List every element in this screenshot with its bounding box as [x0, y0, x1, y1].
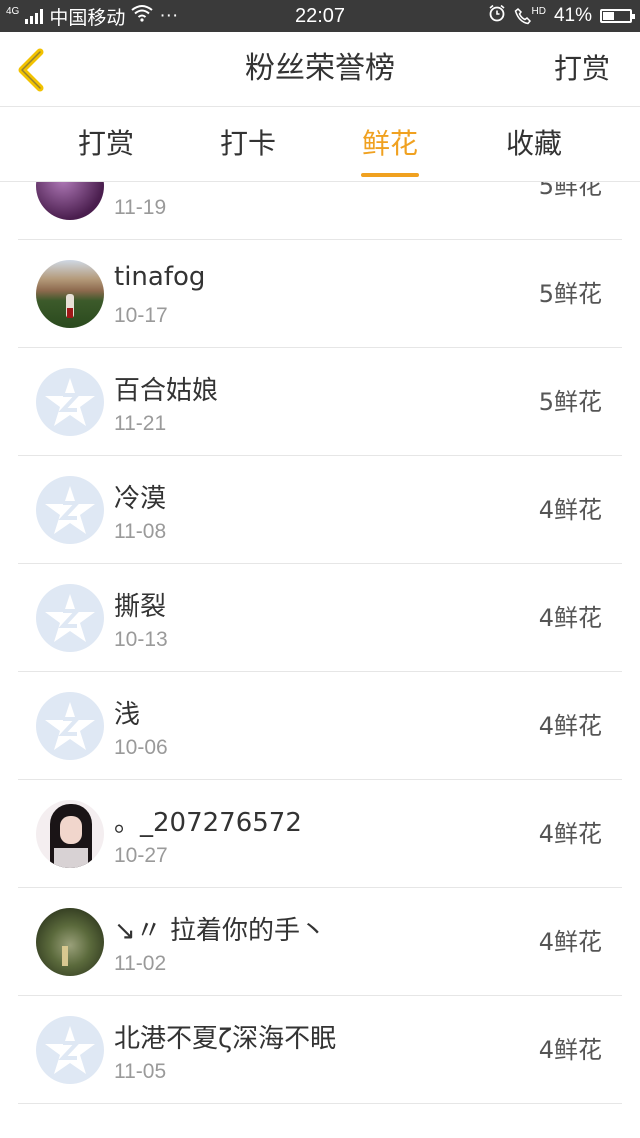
back-button[interactable] [14, 48, 54, 92]
fan-date: 11-02 [114, 952, 167, 975]
list-item[interactable]: 11-19 5鲜花 [18, 182, 622, 240]
fan-name: tinafog [114, 262, 206, 292]
fan-date: 11-19 [114, 196, 167, 219]
list-item[interactable]: 冷漠 11-08 4鲜花 [18, 456, 622, 564]
battery-icon [600, 9, 635, 23]
avatar [36, 800, 104, 868]
hd-call-icon: HD [514, 7, 546, 25]
title-bar: 粉丝荣誉榜 打赏 [0, 32, 640, 107]
default-avatar-icon [36, 584, 104, 652]
default-avatar-icon [36, 1016, 104, 1084]
fan-date: 11-05 [114, 1060, 167, 1083]
status-bar: 4G 中国移动 ··· 22:07 HD 41% [0, 0, 640, 32]
flower-count: 4鲜花 [538, 712, 602, 740]
tab-favorites[interactable]: 收藏 [484, 107, 584, 181]
flower-count: 4鲜花 [538, 820, 602, 848]
list-item[interactable]: ↘〃 拉着你的手丶 11-02 4鲜花 [18, 888, 622, 996]
fan-date: 11-21 [114, 412, 167, 435]
avatar [36, 182, 104, 220]
flower-count: 5鲜花 [538, 280, 602, 308]
fan-name: 撕裂 [114, 592, 167, 622]
avatar [36, 908, 104, 976]
flower-count: 4鲜花 [538, 496, 602, 524]
fan-name: ↘〃 拉着你的手丶 [114, 916, 327, 946]
fan-date: 10-27 [114, 844, 168, 867]
chevron-left-icon [18, 48, 44, 92]
default-avatar-icon [36, 476, 104, 544]
fan-date: 10-17 [114, 304, 168, 327]
tab-flowers[interactable]: 鲜花 [340, 107, 440, 181]
reward-button[interactable]: 打赏 [554, 32, 610, 106]
fan-name: 浅 [114, 700, 141, 730]
list-item[interactable]: tinafog 10-17 5鲜花 [18, 240, 622, 348]
fan-name: 北港不夏ζ深海不眠 [114, 1024, 337, 1054]
tab-flowers-label: 鲜花 [361, 127, 418, 160]
list-item[interactable]: 撕裂 10-13 4鲜花 [18, 564, 622, 672]
page-title: 粉丝荣誉榜 [245, 51, 395, 86]
avatar [36, 260, 104, 328]
flower-count: 4鲜花 [538, 928, 602, 956]
fan-name: 百合姑娘 [114, 376, 219, 406]
list-item[interactable]: 。_207276572 10-27 4鲜花 [18, 780, 622, 888]
fans-list: 11-19 5鲜花 tinafog 10-17 5鲜花 百合姑娘 11-21 5… [0, 182, 640, 1138]
fan-date: 10-06 [114, 736, 168, 759]
tab-reward[interactable]: 打赏 [56, 107, 156, 181]
flower-count: 5鲜花 [538, 182, 602, 200]
hd-label: HD [531, 6, 546, 17]
fan-date: 10-13 [114, 628, 168, 651]
battery-percent: 41% [553, 5, 592, 26]
flower-count: 5鲜花 [538, 388, 602, 416]
alarm-icon [488, 4, 506, 28]
fan-name: 。_207276572 [114, 808, 302, 838]
default-avatar-icon [36, 692, 104, 760]
list-item[interactable]: 浅 10-06 4鲜花 [18, 672, 622, 780]
flower-count: 4鲜花 [538, 604, 602, 632]
fan-name: 冷漠 [114, 484, 167, 514]
tab-checkin[interactable]: 打卡 [198, 107, 298, 181]
fan-date: 11-08 [114, 520, 167, 543]
list-item[interactable]: 北港不夏ζ深海不眠 11-05 4鲜花 [18, 996, 622, 1104]
tab-bar: 打赏 打卡 鲜花 收藏 [0, 107, 640, 182]
flower-count: 4鲜花 [538, 1036, 602, 1064]
list-item[interactable]: 百合姑娘 11-21 5鲜花 [18, 348, 622, 456]
active-tab-indicator [361, 173, 419, 177]
default-avatar-icon [36, 368, 104, 436]
